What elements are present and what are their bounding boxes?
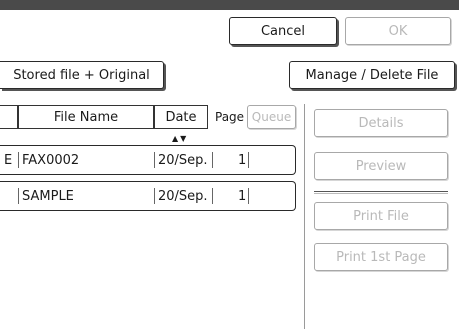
- column-header-file-name[interactable]: File Name: [18, 105, 154, 129]
- row-file-name: FAX0002: [22, 153, 80, 168]
- row-date: 20/Sep.: [158, 189, 208, 204]
- row-file-name: SAMPLE: [22, 189, 74, 204]
- panel-divider: [304, 104, 305, 329]
- print-first-page-button[interactable]: Print 1st Page: [314, 243, 448, 271]
- table-row[interactable]: E FAX0002 20/Sep. 1: [0, 145, 296, 175]
- row-date: 20/Sep.: [158, 153, 208, 168]
- column-header-date[interactable]: Date: [154, 105, 208, 129]
- sort-arrows-icon[interactable]: ▲▼: [172, 135, 188, 143]
- row-page: 1: [238, 153, 247, 168]
- details-button[interactable]: Details: [314, 109, 448, 137]
- title-bar: [0, 0, 459, 10]
- row-prefix: E: [4, 153, 13, 168]
- divider: [314, 191, 448, 192]
- table-row[interactable]: SAMPLE 20/Sep. 1: [0, 181, 296, 211]
- cancel-button[interactable]: Cancel: [229, 17, 337, 45]
- divider: [314, 193, 448, 194]
- column-header-page: Page: [215, 110, 245, 124]
- print-file-button[interactable]: Print File: [314, 202, 448, 230]
- ok-button[interactable]: OK: [345, 17, 451, 45]
- row-page: 1: [238, 189, 247, 204]
- column-header-stub: [0, 105, 18, 129]
- queue-button[interactable]: Queue: [247, 105, 296, 129]
- manage-delete-file-button[interactable]: Manage / Delete File: [289, 61, 455, 89]
- stored-file-original-button[interactable]: Stored file + Original: [0, 61, 164, 89]
- preview-button[interactable]: Preview: [314, 152, 448, 180]
